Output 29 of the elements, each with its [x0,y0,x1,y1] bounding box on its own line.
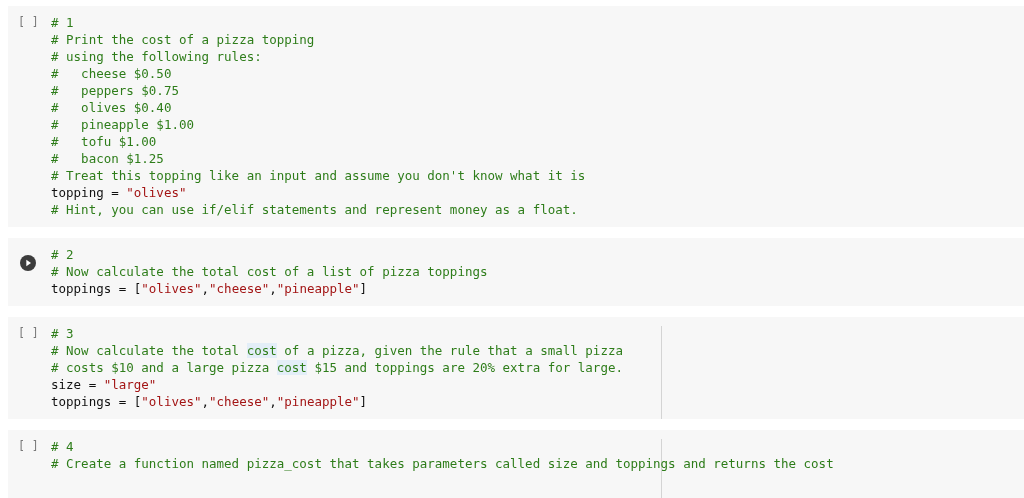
run-button[interactable] [20,255,36,271]
code-line: # pineapple $1.00 [51,116,194,133]
code-cell[interactable] [8,317,1024,419]
code-line: # peppers $0.75 [51,82,179,99]
code-line: # 3 [51,325,74,342]
code-line: # Now calculate the total cost of a pizza, given the rule that a small pizza [51,342,623,359]
code-line: # using the following rules: [51,48,262,65]
code-cell[interactable]: [ ] # 4 # Create a function named pizza_cost that takes parameters called size and toppings and returns the cost [8,430,1024,498]
code-line: # cheese $0.50 [51,65,172,82]
code-line: toppings = ["olives","cheese","pineapple"] [51,393,368,410]
code-line: # 1 [51,14,74,31]
code-line: # Now calculate the total cost of a list of pizza toppings [51,263,488,280]
code-line: # costs $10 and a large pizza cost $15 and toppings are 20% extra for large. [51,359,623,376]
code-line: # Treat this topping like an input and assume you don't know what it is [51,167,586,184]
cell-bracket: [ ] [18,14,39,31]
code-line: topping = "olives" [51,184,187,201]
code-line: toppings = ["olives","cheese","pineapple"] [51,280,368,297]
code-cell[interactable]: # 2 # Now calculate the total cost of a list of pizza toppings toppings = ["olives","cheese","pineapple"] [8,238,1024,306]
code-line: # 4 [51,438,74,455]
code-line: # olives $0.40 [51,99,172,116]
cell-bracket: [ ] [18,438,39,455]
code-line: # Print the cost of a pizza topping [51,31,315,48]
code-line: # Hint, you can use if/elif statements and represent money as a float. [51,201,578,218]
code-line: # 2 [51,246,74,263]
cell-bracket: [ ] [18,325,39,342]
code-line: # Create a function named pizza_cost that takes parameters called size and toppings and returns the cost [51,455,834,472]
code-line: size = "large" [51,376,157,393]
code-line: # tofu $1.00 [51,133,157,150]
code-line: # bacon $1.25 [51,150,164,167]
